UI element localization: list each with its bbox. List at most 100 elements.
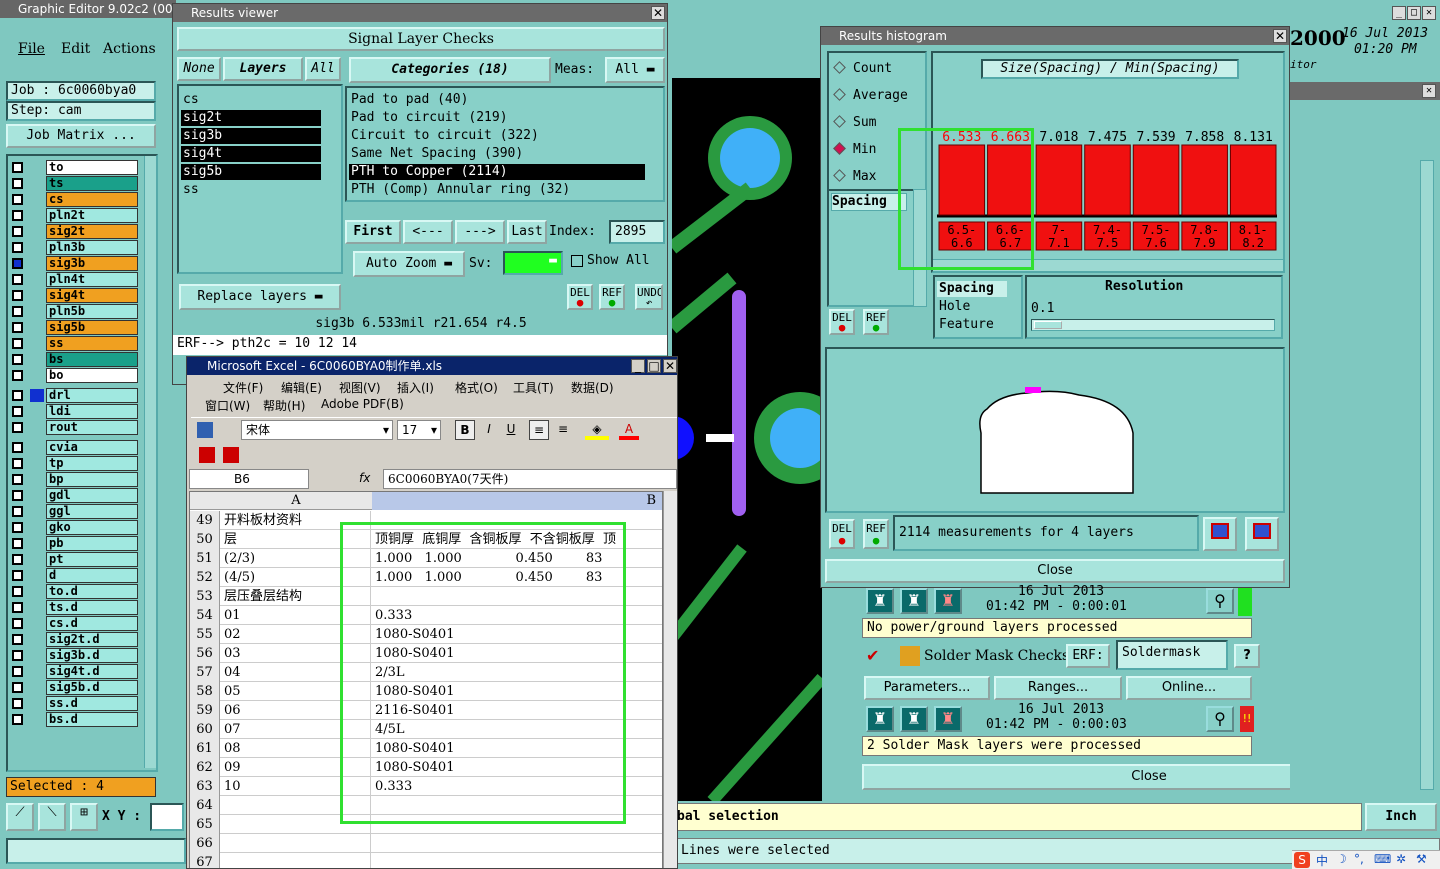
layer-row[interactable]: gdl [10, 488, 140, 503]
layer-row[interactable]: ts [10, 176, 140, 191]
layer-row[interactable]: sig5b [10, 320, 140, 335]
layer-row[interactable]: ts.d [10, 600, 140, 615]
column-a-header[interactable]: A [221, 492, 371, 510]
fill-color-icon[interactable]: ◈ [585, 420, 609, 440]
layer-checkbox[interactable] [12, 422, 23, 433]
ranges-button[interactable]: Ranges... [994, 676, 1122, 700]
row-header[interactable]: 60 [190, 720, 220, 739]
align-center-icon[interactable]: ≡ [553, 420, 573, 440]
row-header[interactable]: 59 [190, 701, 220, 720]
run-icon[interactable]: ♜ [866, 706, 894, 732]
layer-row[interactable]: pb [10, 536, 140, 551]
category-item[interactable]: PTH (Comp) Annular ring (32) [349, 182, 645, 198]
sv-dropdown[interactable]: ▬ [503, 251, 563, 275]
layer-checkbox[interactable] [12, 474, 23, 485]
category-item[interactable]: PTH to Copper (2114) [349, 164, 645, 180]
layer-row[interactable]: tp [10, 456, 140, 471]
layer-checkbox[interactable] [12, 490, 23, 501]
row-header[interactable]: 51 [190, 549, 220, 568]
layer-row[interactable]: rout [10, 420, 140, 435]
excel-menu-item[interactable]: 插入(I) [397, 379, 434, 396]
layer-row[interactable]: ss [10, 336, 140, 351]
maximize-icon[interactable]: □ [1407, 6, 1421, 20]
cell-a[interactable] [221, 834, 371, 853]
layer-row[interactable]: ldi [10, 404, 140, 419]
stop-icon[interactable]: ♜ [934, 706, 962, 732]
excel-menu-item[interactable]: 数据(D) [571, 379, 614, 396]
cell-a[interactable] [221, 853, 371, 868]
pdf-mail-icon[interactable] [223, 447, 239, 463]
layer-checkbox[interactable] [12, 274, 23, 285]
layer-checkbox[interactable] [12, 570, 23, 581]
layer-row[interactable]: bs [10, 352, 140, 367]
online-button[interactable]: Online... [1126, 676, 1252, 700]
excel-menu-item[interactable]: 工具(T) [513, 379, 554, 396]
prev-button[interactable]: <--- [403, 220, 453, 244]
table-row[interactable]: 66 [190, 834, 662, 853]
layer-checkbox[interactable] [12, 322, 23, 333]
run-all-icon[interactable]: ♜ [900, 706, 928, 732]
measure-tool-button[interactable]: ⟍ [38, 803, 66, 831]
sogou-icon[interactable]: S [1294, 852, 1310, 868]
ime-indicator[interactable]: 中 [1316, 852, 1328, 869]
zoom-icon[interactable]: ⚲ [1206, 588, 1234, 614]
layers-button[interactable]: Layers [223, 57, 303, 81]
layer-checkbox[interactable] [12, 586, 23, 597]
italic-button[interactable]: I [479, 420, 499, 440]
layer-row[interactable]: sig3b.d [10, 648, 140, 663]
all-layers-button[interactable]: All [305, 57, 341, 81]
cell-b[interactable] [372, 853, 662, 868]
layer-checkbox[interactable] [12, 554, 23, 565]
export-button[interactable] [1203, 517, 1237, 551]
none-button[interactable]: None [177, 57, 221, 81]
punct-icon[interactable]: °, [1354, 852, 1364, 866]
layer-checkbox[interactable] [12, 538, 23, 549]
layer-checkbox[interactable] [12, 666, 23, 677]
feature-type-item[interactable]: Spacing [937, 281, 1007, 297]
close-icon[interactable]: ✕ [1422, 6, 1436, 20]
feature-type-list[interactable]: Spacing Hole Feature [933, 275, 1023, 339]
feature-type-item[interactable]: Hole [937, 299, 1007, 315]
del-button[interactable]: DEL ● [567, 284, 593, 310]
close-icon[interactable]: ✕ [651, 6, 665, 20]
layer-row[interactable]: sig4t.d [10, 664, 140, 679]
layer-row[interactable]: cs [10, 192, 140, 207]
layer-row[interactable]: sig2t.d [10, 632, 140, 647]
layer-checkbox[interactable] [12, 194, 23, 205]
layer-row[interactable]: gko [10, 520, 140, 535]
layer-row[interactable]: d [10, 568, 140, 583]
row-header[interactable]: 55 [190, 625, 220, 644]
layer-row[interactable]: cs.d [10, 616, 140, 631]
formula-bar[interactable]: 6C0060BYA0(7天件) [383, 469, 677, 489]
minimize-icon[interactable]: _ [631, 359, 645, 373]
name-box[interactable]: B6 [189, 469, 309, 489]
excel-menu-item[interactable]: 视图(V) [339, 379, 381, 396]
replace-layers-dropdown[interactable]: Replace layers ▬ [179, 284, 341, 310]
moon-icon[interactable]: ☽ [1336, 852, 1347, 866]
close-icon[interactable]: ✕ [1422, 84, 1436, 98]
layer-checkbox[interactable] [12, 390, 23, 401]
layer-select-list[interactable]: cs sig2t sig3b sig4t sig5b ss [177, 84, 343, 274]
histogram-bar[interactable] [1229, 144, 1277, 216]
layer-row[interactable]: sig4t [10, 288, 140, 303]
meas-dropdown[interactable]: All ▬ [605, 57, 665, 83]
category-item[interactable]: Circuit to circuit (322) [349, 128, 645, 144]
layer-row[interactable]: pln3b [10, 240, 140, 255]
layer-checkbox[interactable] [12, 698, 23, 709]
layer-row[interactable]: drl [10, 388, 140, 403]
rv-layer-item[interactable]: sig3b [181, 128, 321, 144]
snap-tool-button[interactable]: ⟋ [6, 803, 34, 831]
layer-checkbox[interactable] [12, 406, 23, 417]
font-name-select[interactable]: 宋体 ▾ [241, 420, 393, 440]
layer-checkbox[interactable] [12, 226, 23, 237]
font-color-icon[interactable]: A [619, 420, 639, 440]
excel-menu-item[interactable]: 文件(F) [223, 379, 263, 396]
histogram-close-button[interactable]: Close [825, 559, 1285, 583]
zoom-icon[interactable]: ⚲ [1206, 706, 1234, 732]
layer-row[interactable]: bp [10, 472, 140, 487]
run-all-icon[interactable]: ♜ [900, 588, 928, 614]
feature-type-item[interactable]: Feature [937, 317, 1007, 333]
xy-input[interactable] [150, 803, 184, 831]
categories-list[interactable]: Pad to pad (40) Pad to circuit (219) Circu… [345, 86, 665, 202]
import-button[interactable] [1245, 517, 1279, 551]
